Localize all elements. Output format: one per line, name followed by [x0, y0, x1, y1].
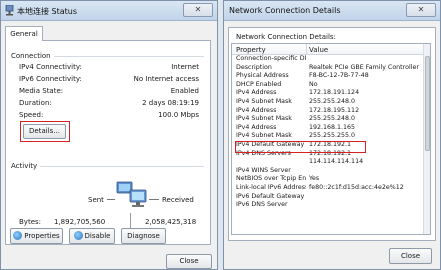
details-button[interactable]: Details...	[23, 124, 66, 139]
general-tab-panel: Connection IPv4 Connectivity: Internet I…	[5, 40, 211, 245]
ipv6-connectivity-value: No Internet access	[133, 75, 199, 83]
network-computers-icon	[116, 181, 148, 208]
connection-divider	[44, 56, 204, 57]
table-row[interactable]: Description Realtek PCIe GBE Family Contr…	[232, 64, 430, 73]
details-window-close-button[interactable]: ✕	[406, 3, 436, 17]
value-cell: 172.18.191.124	[309, 89, 360, 97]
grid-header: Property Value	[232, 44, 430, 55]
bytes-separator	[130, 213, 131, 229]
value-cell: 255.255.248.0	[309, 97, 356, 105]
table-row[interactable]: Link-local IPv6 Address fe80::2c1f:d15d:a…	[232, 184, 430, 193]
table-row[interactable]: IPv6 Default Gateway	[232, 193, 430, 202]
table-row[interactable]: IPv4 Address 172.18.191.124	[232, 89, 430, 98]
details-titlebar[interactable]: Network Connection Details ✕	[224, 1, 440, 21]
table-row[interactable]: IPv6 DNS Server	[232, 201, 430, 210]
value-cell: No	[309, 80, 318, 88]
property-cell: IPv4 Address	[236, 123, 277, 131]
network-adapter-icon	[5, 4, 14, 16]
bytes-label: Bytes:	[19, 218, 42, 226]
activity-section-label: Activity	[11, 162, 41, 170]
details-group-label: Network Connection Details:	[236, 33, 336, 41]
property-cell: Connection-specific DN...	[236, 55, 306, 62]
table-row[interactable]: IPv4 Address 172.18.195.112	[232, 107, 430, 116]
close-icon: ✕	[194, 5, 202, 14]
details-grid[interactable]: Property Value Connection-specific DN...…	[231, 43, 431, 235]
property-cell: IPv4 Subnet Mask	[236, 97, 292, 105]
value-cell: Realtek PCIe GBE Family Controller	[309, 63, 419, 71]
table-row[interactable]: IPv4 WINS Server	[232, 167, 430, 176]
value-cell: Yes	[309, 175, 320, 183]
bytes-received-value: 2,058,425,318	[145, 218, 197, 226]
column-separator[interactable]	[306, 44, 307, 55]
duration-label: Duration:	[19, 99, 52, 107]
table-row[interactable]: NetBIOS over Tcpip En... Yes	[232, 175, 430, 184]
scrollbar-thumb[interactable]	[425, 56, 430, 151]
sent-line	[107, 199, 115, 200]
speed-value: 100.0 Mbps	[158, 111, 199, 119]
close-button[interactable]: Close	[166, 254, 212, 269]
property-cell: DHCP Enabled	[236, 80, 282, 88]
diagnose-button[interactable]: Diagnose	[121, 228, 166, 244]
table-row[interactable]: IPv4 Subnet Mask 255.255.248.0	[232, 98, 430, 107]
details-close-button[interactable]: Close	[389, 248, 432, 264]
property-cell: IPv4 Subnet Mask	[236, 132, 292, 140]
grid-scrollbar[interactable]	[423, 44, 430, 234]
table-row[interactable]: DHCP Enabled No	[232, 81, 430, 90]
tab-general[interactable]: General	[5, 26, 43, 41]
properties-button-label: Properties	[24, 232, 60, 240]
speed-label: Speed:	[19, 111, 44, 119]
value-cell: fe80::2c1f:d15d:acc:4e2e%12	[309, 183, 404, 191]
value-cell: 255.255.255.0	[309, 132, 356, 140]
duration-value: 2 days 08:19:19	[142, 99, 199, 107]
disable-button-label: Disable	[84, 232, 111, 240]
property-cell: Link-local IPv6 Address	[236, 183, 306, 191]
property-cell: NetBIOS over Tcpip En...	[236, 175, 306, 183]
column-header-value[interactable]: Value	[309, 46, 328, 54]
disable-button[interactable]: Disable	[69, 228, 115, 244]
status-window-title: 本地连接 Status	[17, 7, 78, 16]
shield-icon	[73, 231, 83, 240]
grid-body: Connection-specific DN...Description Real…	[232, 55, 430, 210]
status-window: 本地连接 Status ✕ General Connection IPv4 Co…	[0, 0, 218, 270]
highlight-box	[235, 141, 366, 153]
property-cell: IPv4 Subnet Mask	[236, 115, 292, 123]
property-cell: IPv6 Default Gateway	[236, 192, 305, 200]
details-window: Network Connection Details ✕ Network Con…	[223, 0, 441, 270]
value-cell: F8-BC-12-7B-77-48	[309, 72, 369, 80]
media-state-value: Enabled	[170, 87, 199, 95]
column-header-property[interactable]: Property	[236, 46, 266, 54]
ipv6-connectivity-label: IPv6 Connectivity:	[19, 75, 82, 83]
property-cell: IPv4 Address	[236, 106, 277, 114]
property-cell: Description	[236, 63, 272, 71]
received-line	[149, 199, 159, 200]
connection-section-label: Connection	[11, 52, 54, 60]
shield-icon	[13, 231, 23, 240]
table-row[interactable]: Connection-specific DN...	[232, 55, 430, 64]
table-row[interactable]: 114.114.114.114	[232, 158, 430, 167]
status-titlebar[interactable]: 本地连接 Status ✕	[1, 1, 217, 21]
properties-button[interactable]: Properties	[10, 228, 63, 244]
received-label: Received	[162, 196, 194, 204]
value-cell: 192.168.1.165	[309, 123, 356, 131]
ipv4-connectivity-value: Internet	[171, 63, 199, 71]
property-cell: IPv6 DNS Server	[236, 201, 288, 209]
value-cell: 172.18.195.112	[309, 106, 360, 114]
table-row[interactable]: Physical Address F8-BC-12-7B-77-48	[232, 72, 430, 81]
property-cell: IPv4 WINS Server	[236, 166, 291, 174]
table-row[interactable]: IPv4 Subnet Mask 255.255.255.0	[232, 132, 430, 141]
sent-label: Sent	[88, 196, 104, 204]
value-cell: 114.114.114.114	[309, 158, 364, 166]
property-cell: Physical Address	[236, 72, 289, 80]
table-row[interactable]: IPv4 Subnet Mask 255.255.248.0	[232, 115, 430, 124]
value-cell: 255.255.248.0	[309, 115, 356, 123]
close-icon: ✕	[417, 5, 425, 14]
ipv4-connectivity-label: IPv4 Connectivity:	[19, 63, 82, 71]
property-cell: IPv4 Address	[236, 89, 277, 97]
details-window-title: Network Connection Details	[229, 6, 341, 15]
activity-divider	[38, 166, 204, 167]
table-row[interactable]: IPv4 Address 192.168.1.165	[232, 124, 430, 133]
media-state-label: Media State:	[19, 87, 64, 95]
status-window-close-button[interactable]: ✕	[183, 3, 213, 17]
bytes-sent-value: 1,892,705,560	[54, 218, 106, 226]
